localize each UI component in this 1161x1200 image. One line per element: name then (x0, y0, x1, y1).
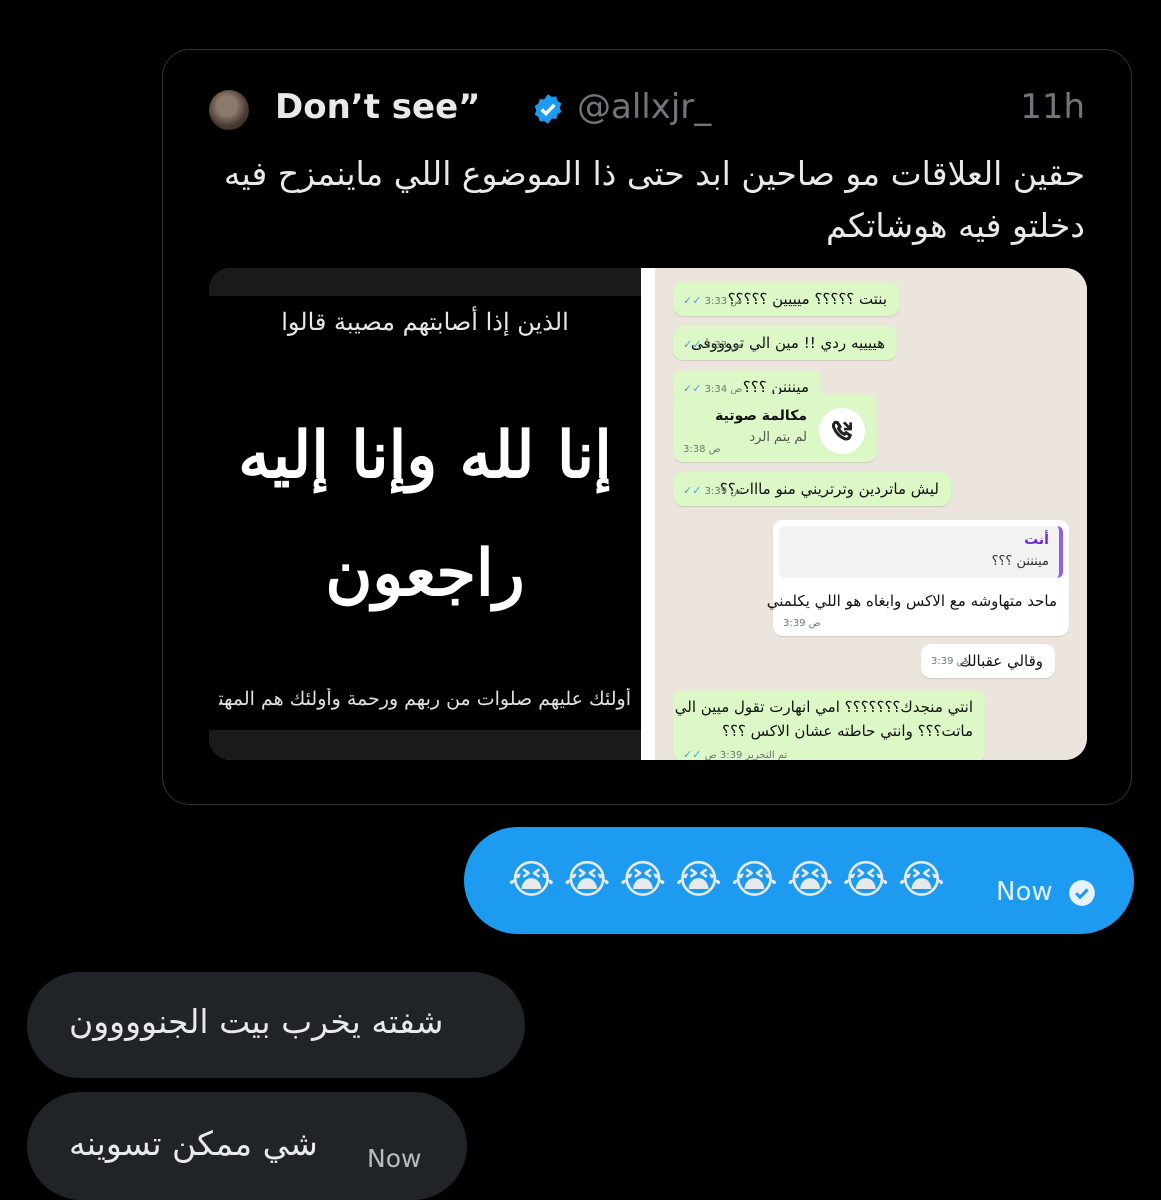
chat-message: هييييه ردي !! مين الي تووووفى ✓✓ 3:33 ص (673, 326, 897, 360)
condolence-verse-line3: أولئك عليهم صلوات من ربهم ورحمة وأولئك ه… (219, 688, 631, 710)
image-band-bottom (209, 730, 641, 760)
author-handle[interactable]: @allxjr_ (577, 87, 711, 127)
reply-message: أنت مينننن ؟؟؟ ماحد متهاوشه مع الاكس واب… (767, 520, 1069, 636)
call-icon (819, 408, 865, 454)
verified-badge-icon (534, 94, 562, 124)
sent-message-bubble[interactable]: 😭😭😭😭😭😭😭😭 Now (464, 827, 1134, 934)
received-message-bubble[interactable]: شفته يخرب بيت الجنوووون (27, 972, 525, 1078)
message-emojis: 😭😭😭😭😭😭😭😭 (508, 857, 954, 903)
image-band-top (209, 268, 641, 296)
whatsapp-screenshot[interactable]: بنتت ؟؟؟؟؟ ميييين ؟؟؟؟؟ ✓✓ 3:33 ص هييييه… (655, 268, 1087, 760)
tweet-time: 11h (1020, 87, 1085, 127)
received-message-bubble[interactable]: شي ممكن تسوينه Now (27, 1092, 467, 1200)
voice-call-bubble: مكالمة صوتية لم يتم الرد 3:38 ص (673, 394, 877, 462)
condolence-image[interactable]: الذين إذا أصابتهم مصيبة قالوا إنا لله وإ… (209, 268, 641, 760)
sent-message-time: Now (996, 877, 1053, 907)
media-divider (641, 268, 655, 760)
condolence-verse-line1: الذين إذا أصابتهم مصيبة قالوا (281, 308, 569, 336)
tweet-media[interactable]: الذين إذا أصابتهم مصيبة قالوا إنا لله وإ… (209, 268, 1087, 760)
author-name[interactable]: Don’t see” (275, 87, 481, 127)
received-message-time: Now (367, 1144, 422, 1173)
chat-message: ليش ماتردين وترتريني منو مااات؟؟ ✓✓ 3:39… (673, 472, 951, 506)
condolence-main-line1: إنا لله وإنا إليه (238, 418, 612, 493)
tweet-header: Don’t see” @allxjr_ 11h (209, 87, 1085, 130)
tweet-text: حقين العلاقات مو صاحين ابد حتى ذا الموضو… (223, 154, 1085, 245)
seen-check-icon (1069, 880, 1095, 906)
quoted-tweet-card[interactable]: Don’t see” @allxjr_ 11h حقين العلاقات مو… (162, 49, 1132, 805)
chat-message-incoming: وقالي عقبالك 3:39 ص (921, 644, 1055, 678)
author-avatar[interactable] (209, 90, 249, 130)
call-status: لم يتم الرد (749, 430, 807, 445)
quoted-reply: أنت مينننن ؟؟؟ (779, 526, 1063, 578)
received-message-text: شفته يخرب بيت الجنوووون (69, 1002, 444, 1041)
chat-message: انتي منجدك؟؟؟؟؟؟؟ امي انهارت تقول ميين ا… (673, 690, 985, 760)
received-message-text: شي ممكن تسوينه (69, 1124, 318, 1163)
condolence-main-line2: راجعون (325, 536, 525, 611)
chat-message: بنتت ؟؟؟؟؟ ميييين ؟؟؟؟؟ ✓✓ 3:33 ص (673, 282, 899, 316)
call-title: مكالمة صوتية (715, 408, 807, 424)
